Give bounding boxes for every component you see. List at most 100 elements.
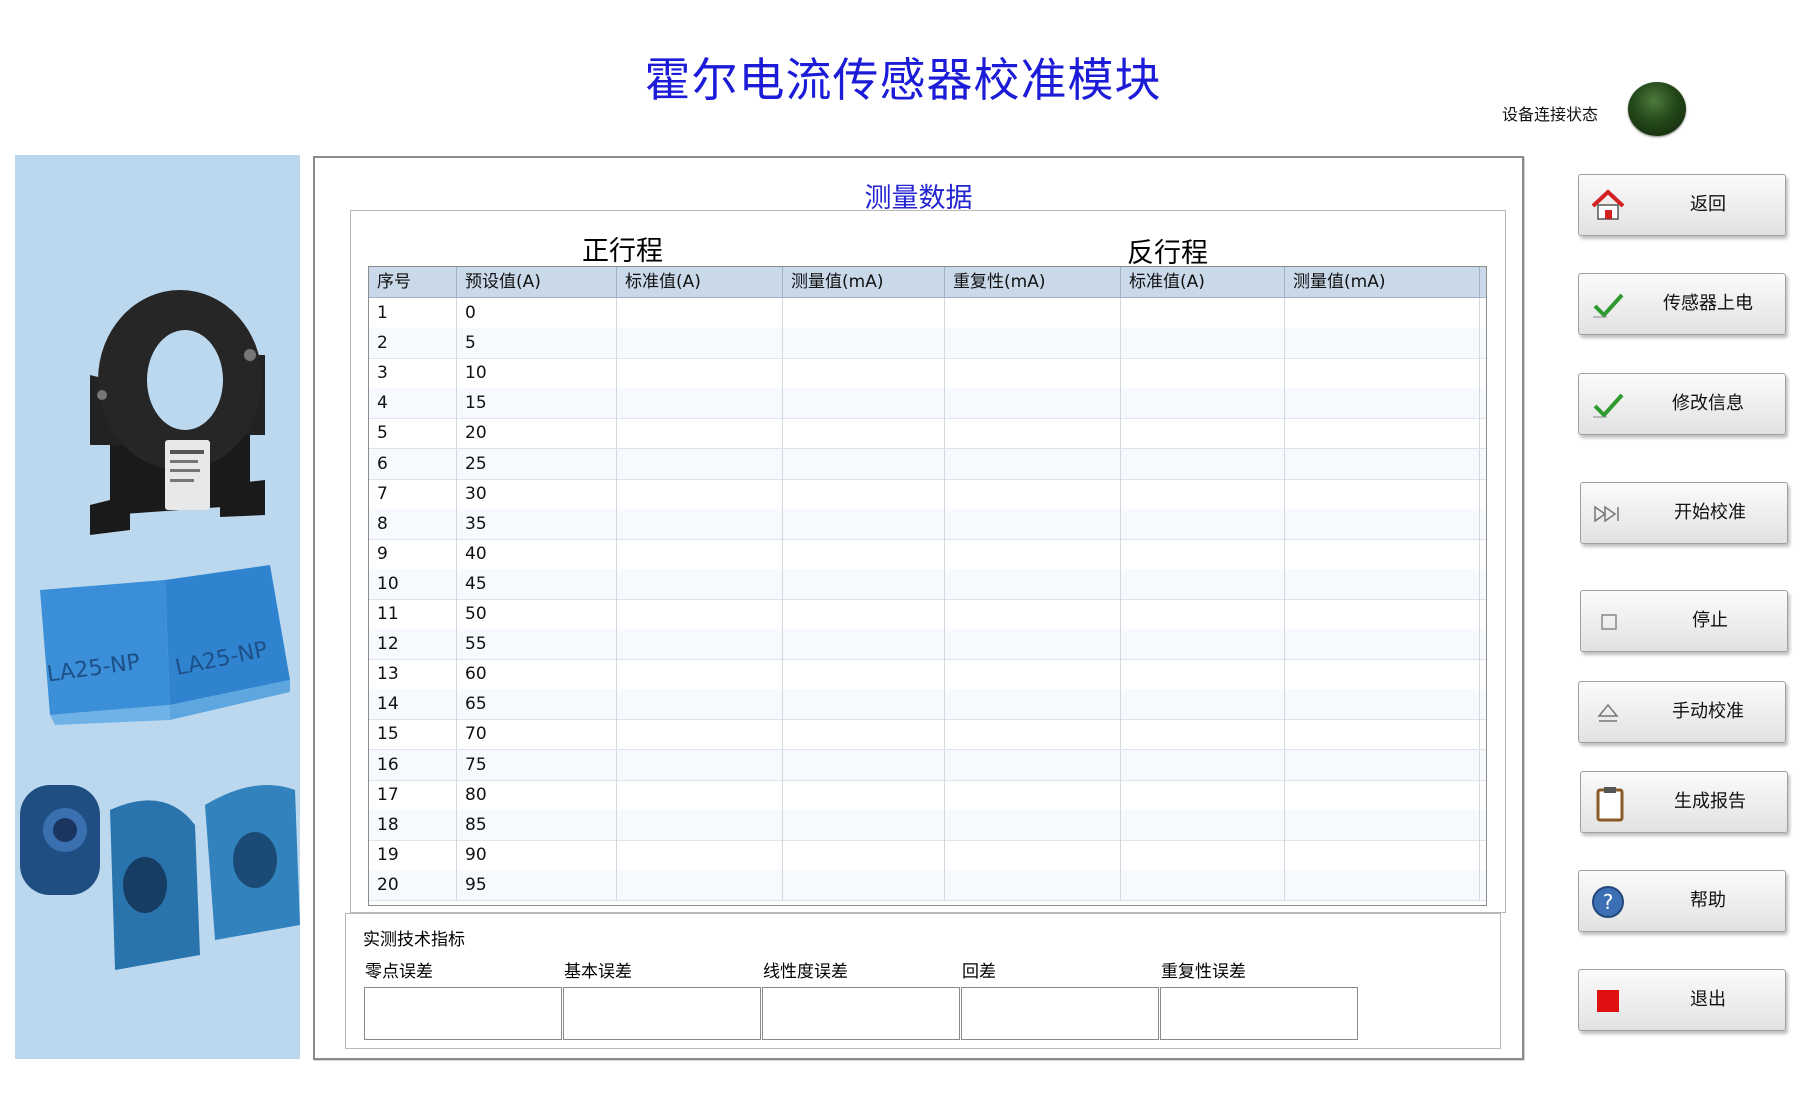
value-cell[interactable]: [945, 779, 1121, 810]
table-row[interactable]: 4 15: [369, 388, 1486, 420]
table-row[interactable]: 3 10: [369, 358, 1486, 390]
spec-value-field[interactable]: [563, 987, 761, 1040]
column-header[interactable]: 重复性(mA): [945, 267, 1121, 297]
row-index-cell[interactable]: 14: [369, 689, 457, 720]
column-header[interactable]: 测量值(mA): [783, 267, 945, 297]
value-cell[interactable]: [1285, 478, 1480, 509]
preset-value-cell[interactable]: 90: [457, 839, 617, 870]
value-cell[interactable]: [1285, 298, 1480, 328]
value-cell[interactable]: [945, 599, 1121, 629]
value-cell[interactable]: [783, 809, 945, 840]
value-cell[interactable]: [1121, 599, 1285, 629]
value-cell[interactable]: [1121, 629, 1285, 660]
row-index-cell[interactable]: 3: [369, 358, 457, 389]
value-cell[interactable]: [1121, 719, 1285, 750]
value-cell[interactable]: [617, 779, 783, 810]
value-cell[interactable]: [617, 448, 783, 479]
spec-value-field[interactable]: [961, 987, 1159, 1040]
value-cell[interactable]: [1285, 448, 1480, 479]
value-cell[interactable]: [783, 418, 945, 449]
preset-value-cell[interactable]: 95: [457, 869, 617, 900]
stop-button[interactable]: 停止: [1580, 590, 1788, 652]
value-cell[interactable]: [945, 388, 1121, 419]
value-cell[interactable]: [617, 298, 783, 328]
value-cell[interactable]: [783, 388, 945, 419]
value-cell[interactable]: [945, 689, 1121, 720]
value-cell[interactable]: [1285, 839, 1480, 870]
value-cell[interactable]: [1121, 388, 1285, 419]
value-cell[interactable]: [783, 659, 945, 690]
value-cell[interactable]: [1121, 839, 1285, 870]
value-cell[interactable]: [1121, 749, 1285, 780]
value-cell[interactable]: [783, 448, 945, 479]
row-index-cell[interactable]: 1: [369, 298, 457, 328]
preset-value-cell[interactable]: 65: [457, 689, 617, 720]
value-cell[interactable]: [617, 358, 783, 389]
preset-value-cell[interactable]: 25: [457, 448, 617, 479]
spec-value-field[interactable]: [364, 987, 562, 1040]
value-cell[interactable]: [1285, 508, 1480, 539]
value-cell[interactable]: [1285, 749, 1480, 780]
value-cell[interactable]: [1285, 568, 1480, 599]
value-cell[interactable]: [783, 298, 945, 328]
spec-value-field[interactable]: [762, 987, 960, 1040]
row-index-cell[interactable]: 18: [369, 809, 457, 840]
preset-value-cell[interactable]: 5: [457, 328, 617, 359]
value-cell[interactable]: [1121, 779, 1285, 810]
preset-value-cell[interactable]: 0: [457, 298, 617, 328]
value-cell[interactable]: [617, 418, 783, 449]
value-cell[interactable]: [1285, 779, 1480, 810]
value-cell[interactable]: [783, 538, 945, 569]
spec-value-field[interactable]: [1160, 987, 1358, 1040]
value-cell[interactable]: [945, 478, 1121, 509]
value-cell[interactable]: [1285, 418, 1480, 449]
table-row[interactable]: 10 45: [369, 568, 1486, 600]
value-cell[interactable]: [1121, 298, 1285, 328]
row-index-cell[interactable]: 13: [369, 659, 457, 690]
value-cell[interactable]: [783, 568, 945, 599]
preset-value-cell[interactable]: 45: [457, 568, 617, 599]
exit-button[interactable]: 退出: [1578, 969, 1786, 1031]
row-index-cell[interactable]: 11: [369, 599, 457, 629]
preset-value-cell[interactable]: 30: [457, 478, 617, 509]
row-index-cell[interactable]: 2: [369, 328, 457, 359]
value-cell[interactable]: [617, 659, 783, 690]
value-cell[interactable]: [783, 779, 945, 810]
value-cell[interactable]: [617, 809, 783, 840]
table-row[interactable]: 7 30: [369, 478, 1486, 510]
preset-value-cell[interactable]: 35: [457, 508, 617, 539]
value-cell[interactable]: [1121, 538, 1285, 569]
value-cell[interactable]: [1121, 508, 1285, 539]
value-cell[interactable]: [945, 418, 1121, 449]
value-cell[interactable]: [783, 839, 945, 870]
value-cell[interactable]: [1121, 809, 1285, 840]
value-cell[interactable]: [617, 478, 783, 509]
value-cell[interactable]: [945, 809, 1121, 840]
value-cell[interactable]: [945, 719, 1121, 750]
table-row[interactable]: 10: [369, 298, 1486, 329]
value-cell[interactable]: [617, 599, 783, 629]
row-index-cell[interactable]: 16: [369, 749, 457, 780]
value-cell[interactable]: [1121, 478, 1285, 509]
preset-value-cell[interactable]: 75: [457, 749, 617, 780]
value-cell[interactable]: [1285, 869, 1480, 900]
preset-value-cell[interactable]: 80: [457, 779, 617, 810]
value-cell[interactable]: [1121, 568, 1285, 599]
value-cell[interactable]: [783, 599, 945, 629]
value-cell[interactable]: [617, 719, 783, 750]
table-row[interactable]: 12 55: [369, 629, 1486, 661]
preset-value-cell[interactable]: 10: [457, 358, 617, 389]
row-index-cell[interactable]: 10: [369, 568, 457, 599]
table-row[interactable]: 5 20: [369, 418, 1486, 450]
table-row[interactable]: 19 90: [369, 839, 1486, 871]
value-cell[interactable]: [617, 869, 783, 900]
value-cell[interactable]: [783, 689, 945, 720]
value-cell[interactable]: [617, 328, 783, 359]
sensor-power-on-button[interactable]: 传感器上电: [1578, 273, 1786, 335]
value-cell[interactable]: [617, 538, 783, 569]
value-cell[interactable]: [1285, 388, 1480, 419]
value-cell[interactable]: [1121, 869, 1285, 900]
value-cell[interactable]: [783, 749, 945, 780]
value-cell[interactable]: [783, 478, 945, 509]
value-cell[interactable]: [1285, 689, 1480, 720]
